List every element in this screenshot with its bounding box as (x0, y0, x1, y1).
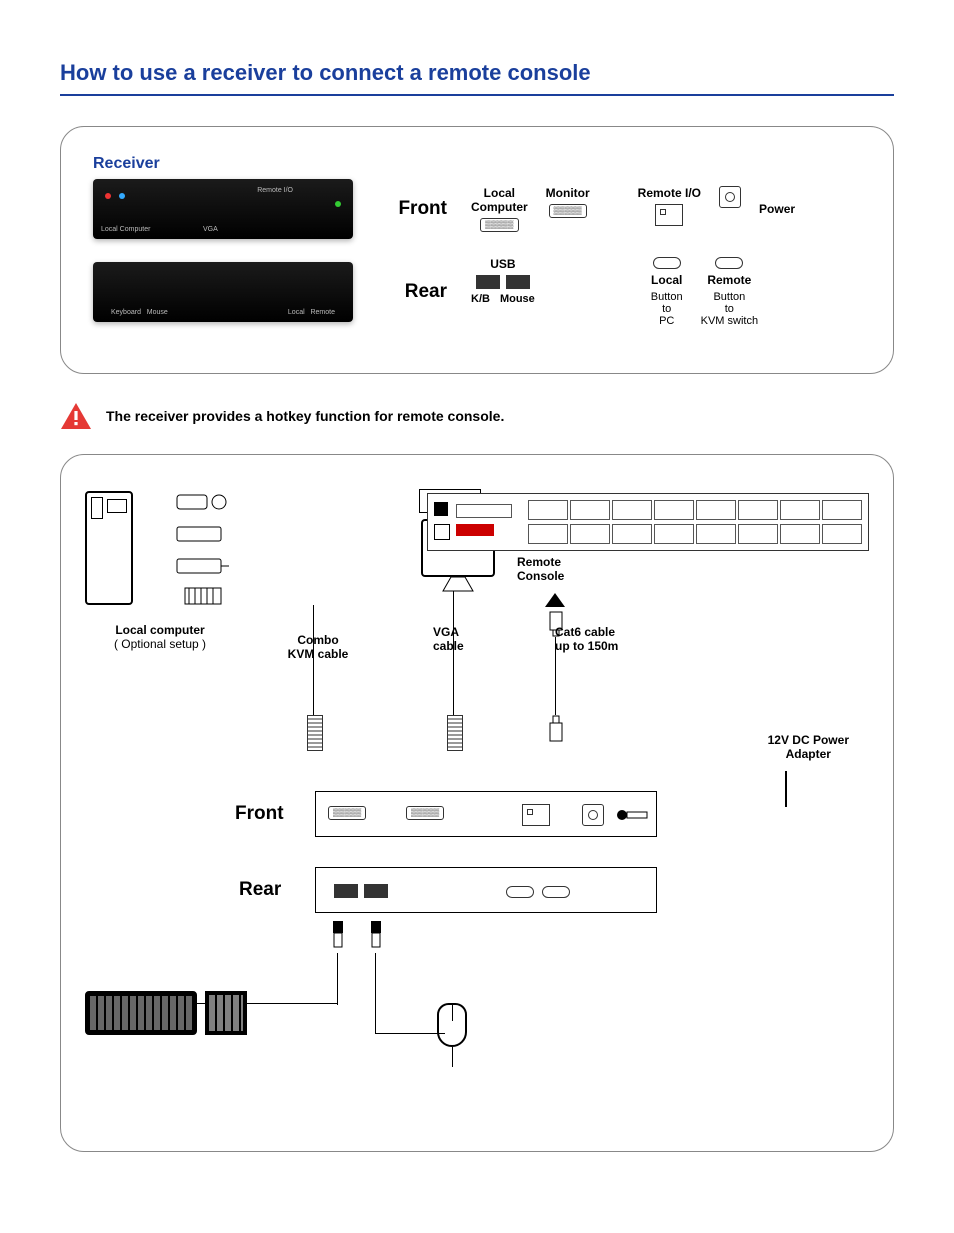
receiver-rear-photo: Keyboard Mouse Local Remote (93, 262, 353, 322)
button-icon (715, 257, 743, 269)
line (375, 1033, 445, 1034)
usb-port-icon (506, 275, 530, 289)
receiver-front-photo: Local Computer VGA Remote I/O (93, 179, 353, 239)
rear-row: Keyboard Mouse Local Remote Rear USB K/B… (93, 257, 861, 327)
port-remote-io: Remote I/O (638, 186, 701, 226)
vga-port-icon: ▒▒▒▒▒ (328, 806, 366, 820)
port-monitor: Monitor ▒▒▒▒▒ (546, 186, 590, 218)
rj45-port-icon (655, 204, 683, 226)
front-row: Local Computer VGA Remote I/O Front Loca… (93, 179, 861, 239)
receiver-heading: Receiver (93, 155, 861, 173)
usb-port-icon (334, 884, 358, 898)
usb-port-icon (476, 275, 500, 289)
cable-end-icon (447, 715, 463, 751)
connector-icon (181, 585, 229, 610)
peripheral-icon (175, 555, 229, 580)
warning-note: The receiver provides a hotkey function … (60, 402, 894, 430)
power-label: Power (759, 202, 795, 216)
front-label-2: Front (235, 803, 284, 825)
button-icon (653, 257, 681, 269)
port-usb-group: USB K/B Mouse (471, 257, 535, 305)
cable-end-icon (307, 715, 323, 751)
rear-label-2: Rear (239, 879, 281, 901)
line (453, 591, 454, 715)
kb-label: K/B (471, 293, 490, 305)
line (555, 637, 556, 715)
peripheral-icon (175, 489, 229, 518)
usb-plug-icon (331, 919, 345, 956)
remote-button-group: Remote Button to KVM switch (701, 257, 758, 327)
rj45-plug-icon (549, 715, 563, 752)
mouse-label: Mouse (500, 293, 535, 305)
keyboard-icon (85, 991, 197, 1035)
port-local-computer: Local Computer ▒▒▒▒▒ (471, 186, 528, 232)
vga-port-icon: ▒▒▒▒▒ (549, 204, 587, 218)
warning-icon (60, 402, 92, 430)
button-icon (542, 886, 570, 898)
local-tower (85, 491, 133, 605)
power-adapter-label: 12V DC Power Adapter (768, 733, 849, 761)
port-power (719, 186, 741, 208)
mouse-icon (437, 1003, 467, 1067)
page-title: How to use a receiver to connect a remot… (60, 60, 894, 96)
arrow-up-icon (545, 593, 565, 607)
line (313, 605, 314, 715)
remote-console-label: Remote Console (517, 555, 564, 583)
usb-port-icon (364, 884, 388, 898)
cat6-label: Cat6 cable up to 150m (555, 625, 618, 653)
receiver-overview-panel: Receiver Local Computer VGA Remote I/O F… (60, 126, 894, 374)
power-jack-icon (582, 804, 604, 826)
note-text: The receiver provides a hotkey function … (106, 408, 504, 424)
vga-port-icon: ▒▒▒▒▒ (406, 806, 444, 820)
power-jack-icon (719, 186, 741, 208)
line (785, 771, 787, 807)
numpad-icon (205, 991, 247, 1035)
peripheral-icon (175, 523, 229, 548)
vga-cable-label: VGA cable (433, 625, 464, 653)
receiver-rear-box (315, 867, 657, 913)
local-button-group: Local Button to PC (651, 257, 683, 327)
dc-plug-icon (616, 808, 656, 827)
combo-cable-label: Combo KVM cable (273, 633, 363, 661)
tower-icon (85, 491, 133, 605)
rj45-port-icon (522, 804, 550, 826)
local-computer-label: Local computer ( Optional setup ) (85, 623, 235, 651)
front-label: Front (377, 198, 447, 220)
receiver-front-box: ▒▒▒▒▒ ▒▒▒▒▒ (315, 791, 657, 837)
vga-port-icon: ▒▒▒▒▒ (480, 218, 518, 232)
line (337, 953, 338, 1005)
connection-diagram-panel: Local computer ( Optional setup ) Combo … (60, 454, 894, 1152)
kvm-switch-icon (427, 493, 869, 551)
usb-plug-icon (369, 919, 383, 956)
rear-label: Rear (377, 281, 447, 303)
line (375, 953, 376, 1033)
button-icon (506, 886, 534, 898)
